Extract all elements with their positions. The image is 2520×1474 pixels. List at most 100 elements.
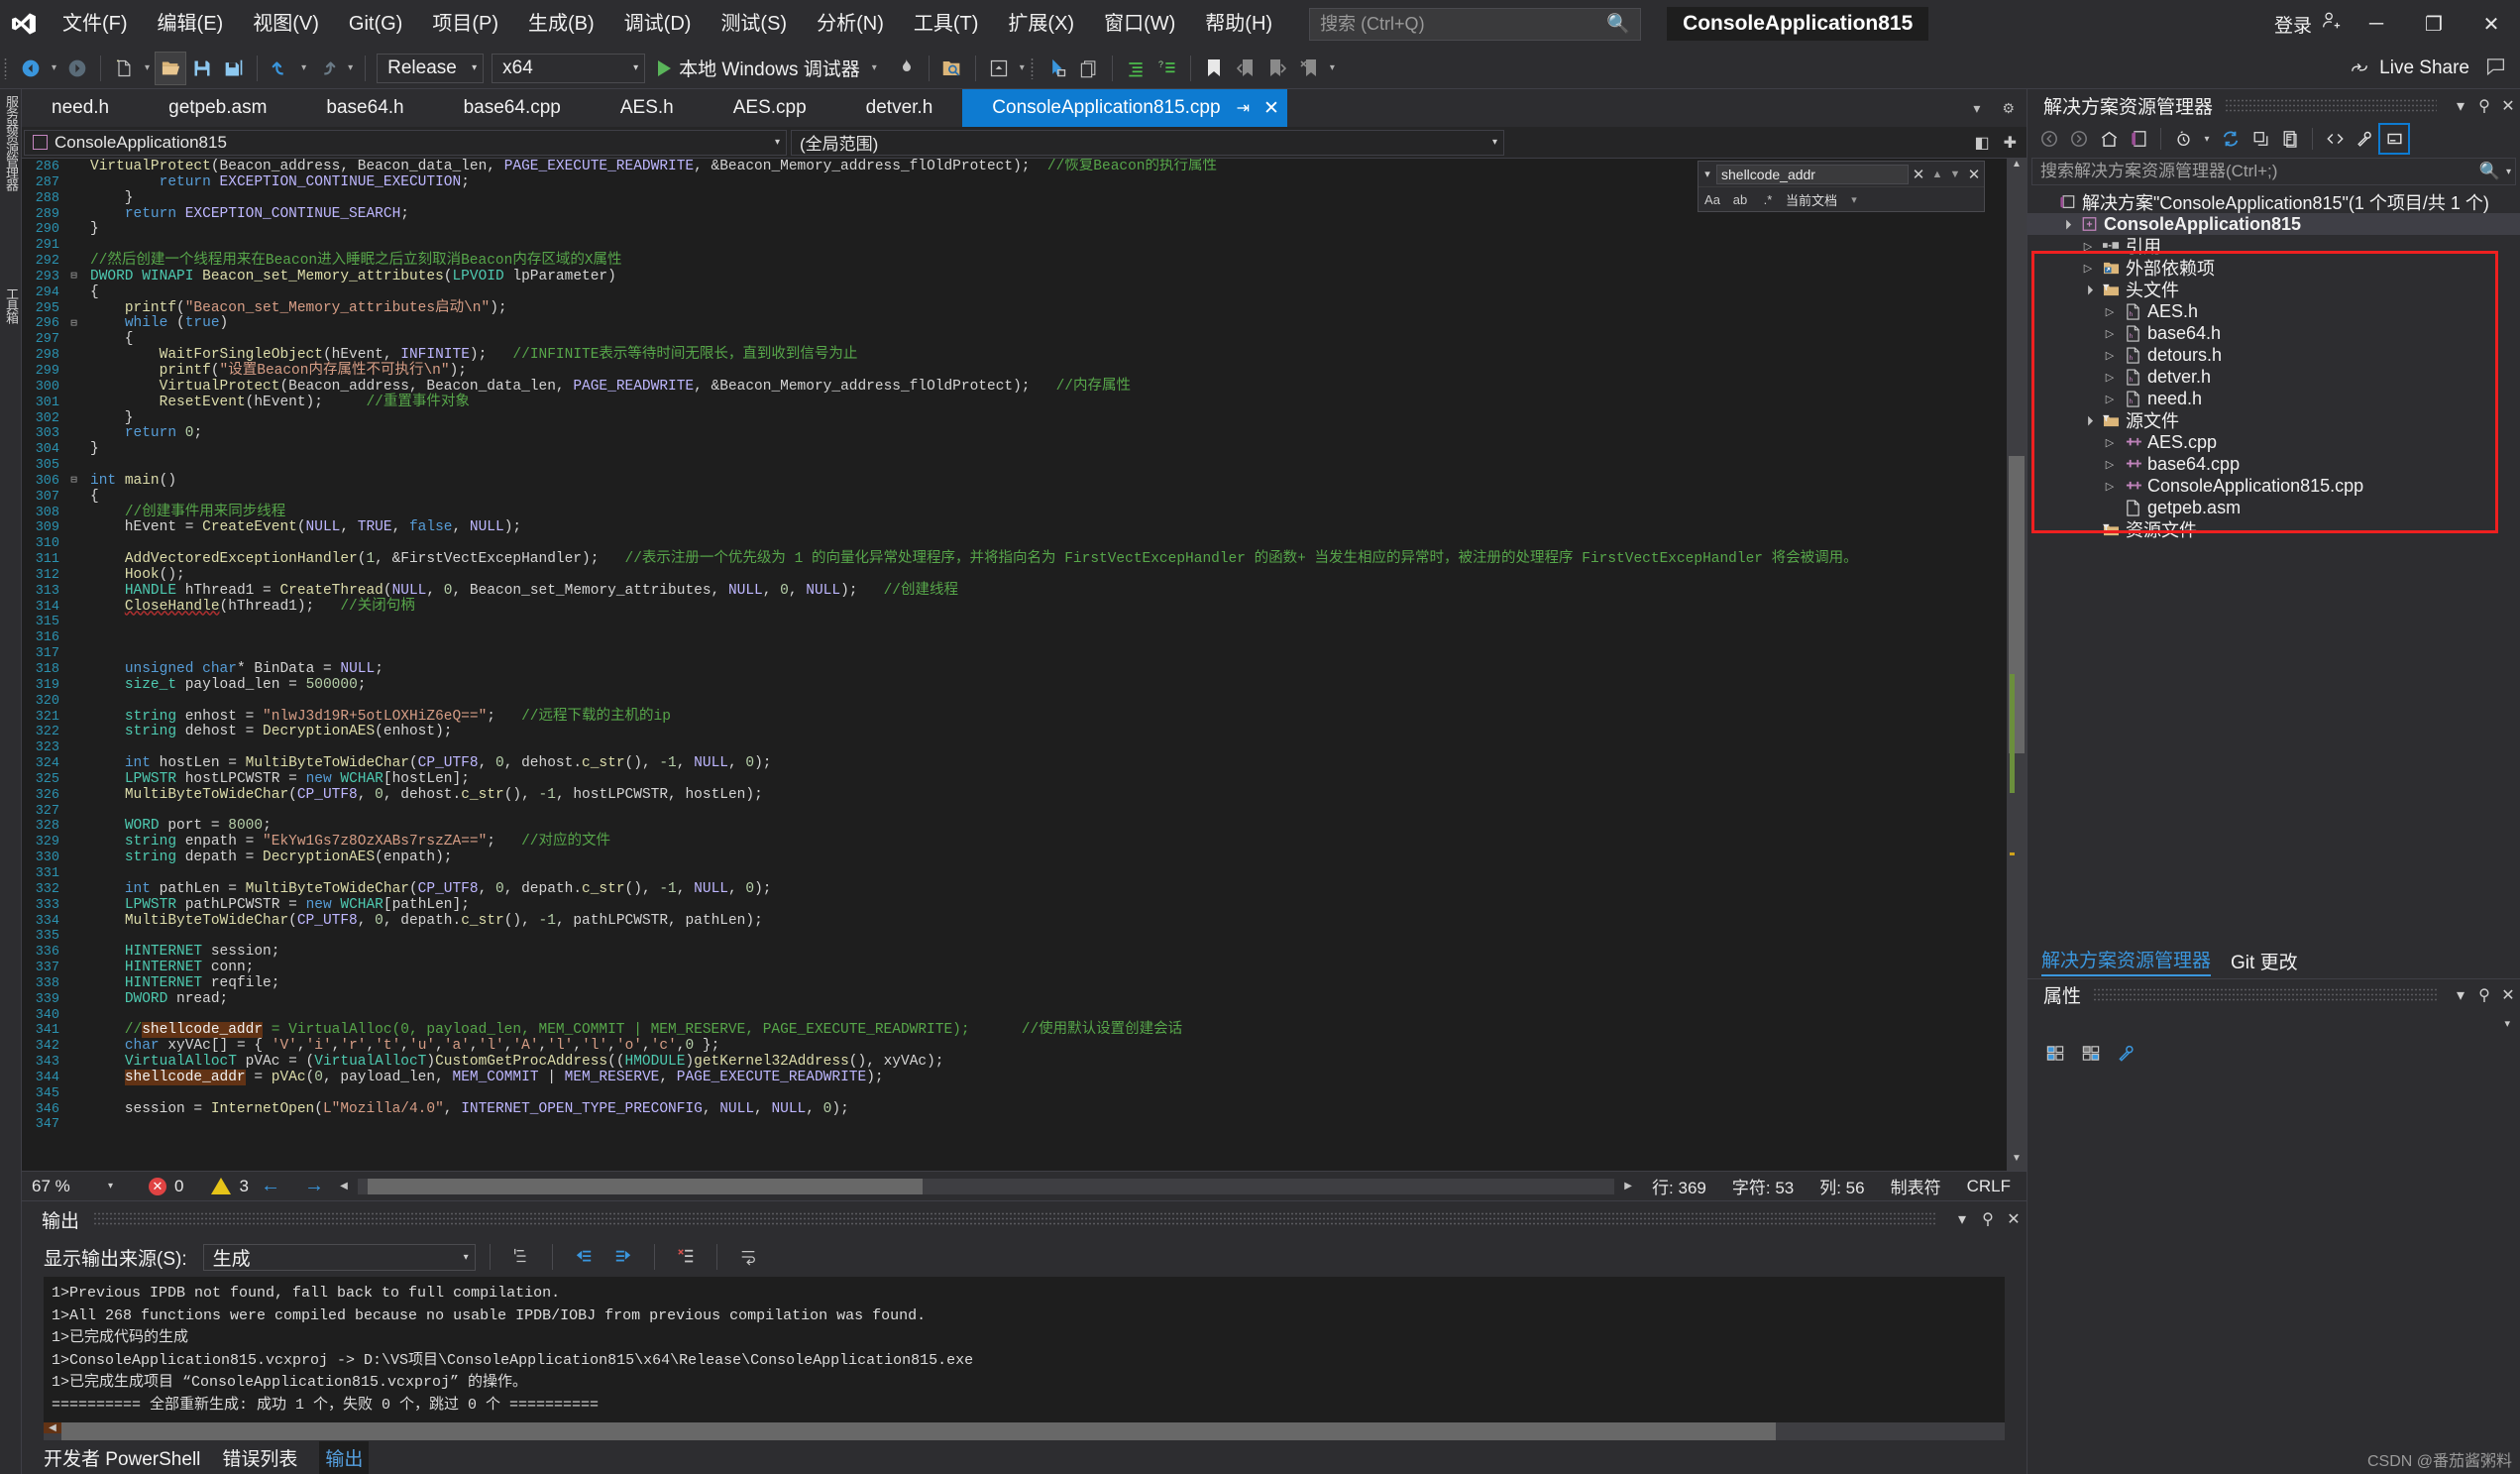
search-options-dropdown-icon[interactable]: ▾	[2500, 167, 2511, 177]
previous-bookmark-icon[interactable]	[1231, 53, 1260, 84]
solution-explorer-search-input[interactable]	[2040, 162, 2479, 181]
window-layout-dropdown-icon[interactable]: ▾	[1016, 62, 1029, 73]
global-search-box[interactable]: 🔍	[1309, 7, 1642, 41]
expand-twisty-icon[interactable]: ▷	[2099, 480, 2121, 493]
redo-icon[interactable]	[312, 53, 342, 84]
collapse-twisty-icon[interactable]: ◢	[2076, 278, 2099, 300]
previous-issue-icon[interactable]: ←	[249, 1175, 292, 1197]
tab-need-h[interactable]: need.h	[22, 89, 140, 127]
match-whole-word-icon[interactable]: ab	[1730, 192, 1750, 207]
tab-base64-h[interactable]: base64.h	[296, 89, 434, 127]
menu-item-view[interactable]: 视图(V)	[238, 0, 334, 48]
close-find-icon[interactable]: ✕	[1964, 166, 1984, 183]
editor-horizontal-scrollbar[interactable]	[357, 1178, 1615, 1194]
minimize-button[interactable]: ─	[2348, 0, 2405, 48]
redo-dropdown-icon[interactable]: ▾	[344, 62, 357, 73]
menu-item-edit[interactable]: 编辑(E)	[143, 0, 239, 48]
menu-item-analyze[interactable]: 分析(N)	[802, 0, 899, 48]
close-window-button[interactable]: ✕	[2463, 0, 2520, 48]
editor-scroll-map[interactable]: ▲ ▼	[2007, 159, 2027, 1171]
code-surface[interactable]: 286 VirtualProtect(Beacon_address, Beacon…	[22, 159, 2007, 1171]
solution-explorer-close-icon[interactable]: ✕	[2496, 96, 2520, 116]
line-ending-indicator[interactable]: CRLF	[1967, 1177, 2011, 1196]
fold-toggle-icon[interactable]: ⊟	[67, 272, 80, 283]
new-project-dropdown-icon[interactable]: ▾	[141, 62, 154, 73]
global-search-input[interactable]	[1320, 13, 1601, 35]
properties-grid[interactable]	[2027, 1070, 2520, 1474]
undo-dropdown-icon[interactable]: ▾	[297, 62, 310, 73]
next-message-icon[interactable]	[606, 1242, 640, 1272]
zoom-level-combo[interactable]: 67 % ▾	[22, 1175, 121, 1198]
solution-explorer-search-box[interactable]: 🔍 ▾	[2031, 158, 2516, 185]
home-icon[interactable]	[2095, 125, 2123, 153]
menu-item-build[interactable]: 生成(B)	[513, 0, 609, 48]
solution-explorer-pin-icon[interactable]: ⚲	[2472, 96, 2496, 116]
member-scope-combo[interactable]: (全局范围) ▾	[791, 129, 1504, 156]
tab-git-changes[interactable]: Git 更改	[2231, 948, 2298, 974]
toolbar-grip[interactable]	[1031, 56, 1041, 81]
tab-solution-explorer[interactable]: 解决方案资源管理器	[2041, 946, 2212, 976]
properties-drag-handle[interactable]	[2093, 987, 2437, 1002]
tree-item--[interactable]: ▷ 引用	[2027, 235, 2520, 257]
output-source-combo[interactable]: 生成 ▾	[202, 1243, 476, 1271]
find-previous-icon[interactable]: ▲	[1928, 169, 1946, 180]
tree-item-aes-cpp[interactable]: ▷ AES.cpp	[2027, 431, 2520, 453]
menu-item-file[interactable]: 文件(F)	[48, 0, 143, 48]
hscroll-thumb[interactable]	[367, 1178, 923, 1194]
clear-output-icon[interactable]	[669, 1242, 703, 1272]
menu-item-test[interactable]: 测试(S)	[706, 0, 802, 48]
back-icon[interactable]	[2035, 125, 2063, 153]
save-icon[interactable]	[187, 53, 217, 84]
refresh-icon[interactable]	[2217, 125, 2245, 153]
scroll-down-icon[interactable]: ▼	[2007, 1153, 2027, 1171]
select-element-icon[interactable]	[1042, 53, 1072, 84]
tree-item--[interactable]: ▷ 外部依赖项	[2027, 257, 2520, 279]
expand-twisty-icon[interactable]: ▷	[2099, 393, 2121, 405]
tree-item--[interactable]: ◢ 头文件	[2027, 279, 2520, 300]
expand-twisty-icon[interactable]: ▷	[2077, 262, 2099, 275]
output-panel-menu-icon[interactable]: ▾	[1949, 1209, 1975, 1229]
tab-aes-cpp[interactable]: AES.cpp	[703, 89, 836, 127]
toolbox-tab[interactable]: 工具箱	[2, 287, 20, 323]
pin-tab-icon[interactable]: ⇥	[1237, 98, 1250, 118]
expand-twisty-icon[interactable]: ▷	[2099, 436, 2121, 449]
next-issue-icon[interactable]: →	[292, 1175, 336, 1197]
tab-list-dropdown-icon[interactable]: ▾	[1967, 100, 1986, 117]
expand-twisty-icon[interactable]: ▷	[2099, 305, 2121, 318]
search-folder-icon[interactable]	[937, 53, 967, 84]
tree-item-consoleapplication815[interactable]: ◢ ConsoleApplication815	[2027, 213, 2520, 235]
property-pages-icon[interactable]	[2113, 1040, 2140, 1068]
toggle-bookmark-icon[interactable]	[1199, 53, 1229, 84]
uncomment-lines-icon[interactable]: ?	[1152, 53, 1182, 84]
properties-pin-icon[interactable]: ⚲	[2472, 985, 2496, 1005]
new-project-icon[interactable]	[109, 53, 139, 84]
start-debugging-button[interactable]: 本地 Windows 调试器 ▾	[650, 53, 889, 84]
tab-output[interactable]: 输出	[319, 1440, 370, 1474]
clear-find-icon[interactable]: ✕	[1909, 166, 1928, 183]
expand-find-icon[interactable]: ▾	[1698, 168, 1716, 180]
preview-selected-items-icon[interactable]	[2378, 123, 2410, 155]
solution-explorer-tree[interactable]: 解决方案"ConsoleApplication815"(1 个项目/共 1 个)…	[2027, 189, 2520, 945]
tree-item-detours-h[interactable]: ▷ h detours.h	[2027, 344, 2520, 366]
copy-xaml-icon[interactable]	[1074, 53, 1104, 84]
forward-icon[interactable]	[2065, 125, 2093, 153]
expand-twisty-icon[interactable]: ▷	[2099, 458, 2121, 471]
add-view-icon[interactable]: ✚	[2004, 133, 2017, 153]
tree-item--[interactable]: ◢ 源文件	[2027, 409, 2520, 431]
properties-menu-icon[interactable]: ▾	[2449, 985, 2472, 1005]
open-file-icon[interactable]	[155, 51, 187, 85]
chevron-down-icon[interactable]: ▾	[2199, 125, 2215, 153]
toolbar-overflow-icon[interactable]: ▾	[1326, 62, 1339, 73]
project-scope-combo[interactable]: ConsoleApplication815 ▾	[24, 129, 787, 156]
output-panel-close-icon[interactable]: ✕	[2001, 1209, 2027, 1229]
output-panel-drag-handle[interactable]	[93, 1212, 1935, 1226]
menu-item-window[interactable]: 窗口(W)	[1089, 0, 1190, 48]
navigate-forward-icon[interactable]	[62, 53, 92, 84]
tree-item-base64-cpp[interactable]: ▷ base64.cpp	[2027, 453, 2520, 475]
close-tab-icon[interactable]: ✕	[1263, 97, 1279, 120]
quick-find-input[interactable]	[1716, 164, 1909, 184]
solution-explorer-menu-icon[interactable]: ▾	[2449, 96, 2472, 116]
tree-item-need-h[interactable]: ▷ h need.h	[2027, 388, 2520, 409]
go-to-message-icon[interactable]	[504, 1242, 538, 1272]
solution-explorer-drag-handle[interactable]	[2225, 98, 2437, 113]
